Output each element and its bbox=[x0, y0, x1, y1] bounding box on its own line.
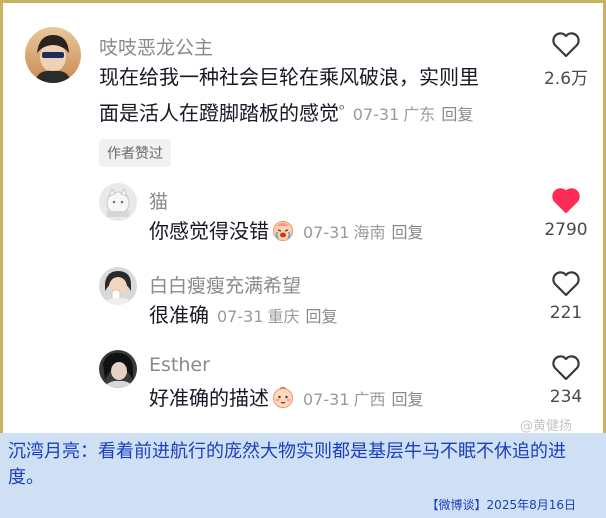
heart-outline-icon bbox=[552, 32, 580, 58]
avatar[interactable] bbox=[99, 267, 137, 305]
like-button[interactable]: 234 bbox=[536, 354, 596, 407]
comment-location: 重庆 bbox=[267, 307, 300, 326]
like-count: 2.6万 bbox=[543, 69, 589, 89]
heart-outline-icon bbox=[552, 271, 580, 297]
avatar[interactable] bbox=[99, 183, 137, 221]
reply-button[interactable]: 回复 bbox=[306, 307, 338, 326]
username[interactable]: Esther bbox=[149, 354, 210, 376]
heart-outline-icon bbox=[552, 355, 580, 381]
caption-text: 沉湾月亮：看着前进航行的庞然大物实则都是基层牛马不眠不休追的进度。 bbox=[8, 441, 566, 488]
like-count: 2790 bbox=[544, 220, 588, 240]
comment-location: 广西 bbox=[353, 390, 386, 409]
comment-text: 很准确 07-31 重庆 回复 bbox=[149, 299, 338, 333]
crying-emoji-icon bbox=[271, 218, 295, 252]
comment-text: 现在给我一种社会巨轮在乘风破浪，实则里 面是活人在蹬脚踏板的感觉ᵒ 07-31 广东… bbox=[99, 61, 519, 131]
heart-filled-icon bbox=[552, 188, 580, 214]
username[interactable]: 猫 bbox=[149, 187, 168, 214]
reply-button[interactable]: 回复 bbox=[441, 105, 473, 124]
reply-button[interactable]: 回复 bbox=[392, 223, 424, 242]
comment-text-end: 面是活人在蹬脚踏板的感觉 bbox=[99, 101, 339, 125]
weibo-watermark: @黄健扬 bbox=[520, 419, 573, 434]
author-liked-badge: 作者赞过 bbox=[99, 139, 171, 167]
caption-panel: 沉湾月亮：看着前进航行的庞然大物实则都是基层牛马不眠不休追的进度。 【微博谈】2… bbox=[0, 433, 606, 518]
avatar[interactable] bbox=[25, 27, 81, 83]
comment-date: 07-31 bbox=[303, 223, 350, 242]
avatar[interactable] bbox=[99, 350, 137, 388]
like-button[interactable]: 2.6万 bbox=[536, 31, 596, 89]
comment-text-line: 现在给我一种社会巨轮在乘风破浪，实则里 bbox=[99, 65, 479, 89]
comment-location: 海南 bbox=[353, 223, 386, 242]
search-icon[interactable]: ᵒ bbox=[339, 102, 345, 118]
comment-date: 07-31 bbox=[217, 307, 264, 326]
caption-footer: 【微博谈】2025年8月16日 bbox=[426, 498, 576, 512]
comment-body: 很准确 bbox=[149, 303, 209, 327]
comment-body: 你感觉得没错 bbox=[149, 219, 269, 243]
comment-text: 你感觉得没错 07-31 海南 回复 bbox=[149, 215, 424, 252]
like-button[interactable]: 221 bbox=[536, 270, 596, 323]
comment-date: 07-31 bbox=[303, 390, 350, 409]
like-button[interactable]: 2790 bbox=[536, 187, 596, 240]
username[interactable]: 吱吱恶龙公主 bbox=[99, 33, 213, 60]
like-count: 221 bbox=[549, 303, 583, 323]
comment-location: 广东 bbox=[403, 105, 436, 124]
comment-text-line: 面是活人在蹬脚踏板的感觉ᵒ 07-31 广东 回复 bbox=[99, 94, 519, 131]
reply-button[interactable]: 回复 bbox=[392, 390, 424, 409]
comment-text: 好准确的描述 07-31 广西 回复 bbox=[149, 382, 424, 419]
like-count: 234 bbox=[549, 387, 583, 407]
baby-face-emoji-icon bbox=[271, 385, 295, 419]
username[interactable]: 白白瘦瘦充满希望 bbox=[149, 271, 301, 298]
comment-date: 07-31 bbox=[352, 105, 400, 124]
comment-body: 好准确的描述 bbox=[149, 386, 269, 410]
